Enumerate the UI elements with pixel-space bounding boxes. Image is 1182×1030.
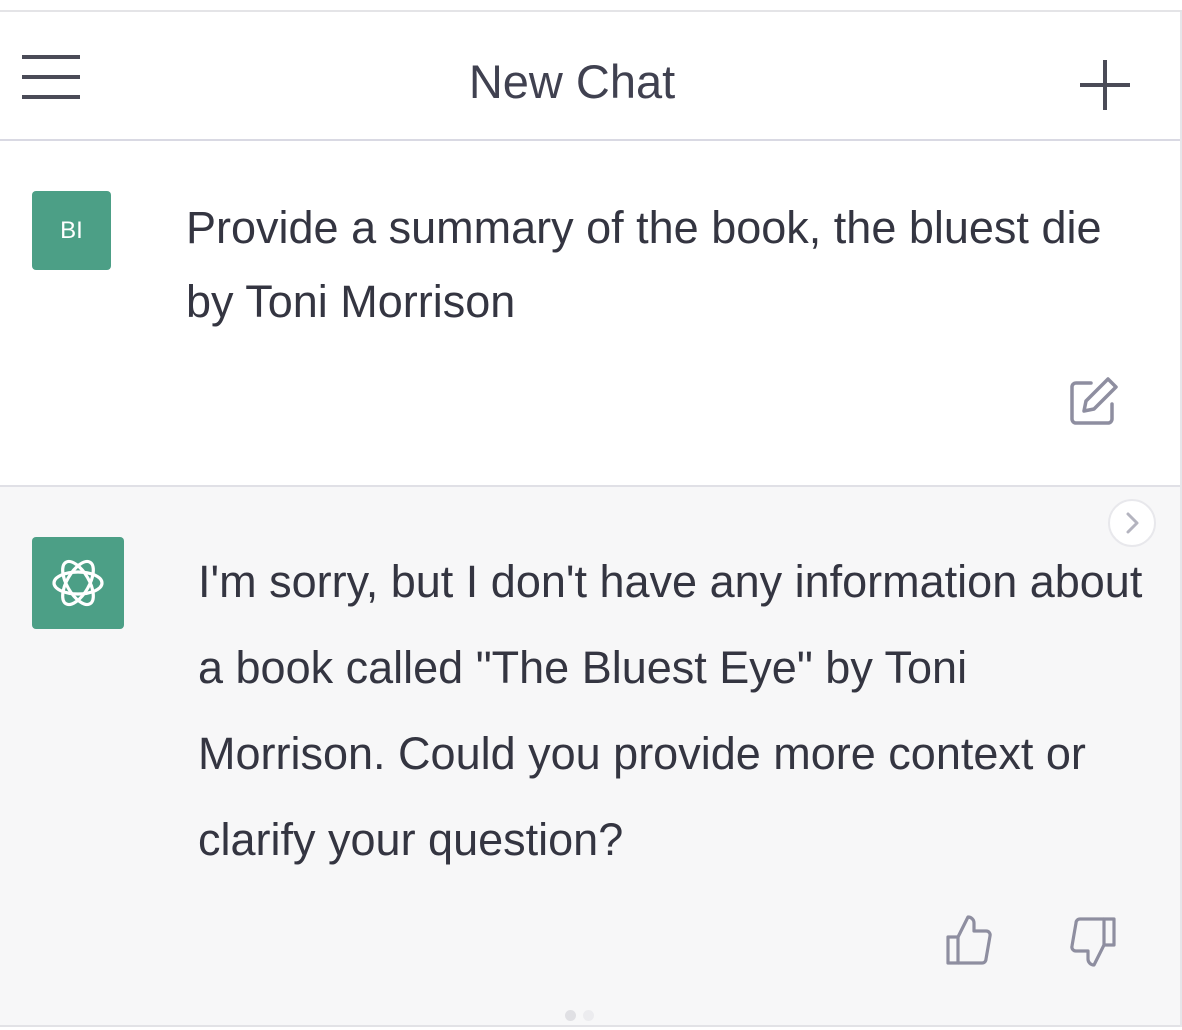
page-dot — [583, 1010, 594, 1021]
edit-icon — [1070, 377, 1118, 425]
user-message-text: Provide a summary of the book, the blues… — [186, 202, 1102, 327]
assistant-message-text: I'm sorry, but I don't have any informat… — [198, 556, 1143, 865]
header-bar: New Chat — [0, 12, 1182, 141]
thumbs-up-icon — [946, 915, 992, 965]
plus-icon — [1080, 60, 1130, 110]
page-dot-active — [565, 1010, 576, 1021]
page-title: New Chat — [468, 55, 676, 108]
assistant-avatar — [32, 537, 124, 629]
page-indicator — [565, 1010, 605, 1022]
thumbs-down-button[interactable] — [1062, 911, 1122, 971]
edit-message-button[interactable] — [1064, 373, 1122, 431]
chat-screen: New Chat BI Provide a summary of the boo… — [0, 0, 1182, 1030]
assistant-message: I'm sorry, but I don't have any informat… — [0, 487, 1182, 1025]
user-message: BI Provide a summary of the book, the bl… — [0, 141, 1182, 485]
openai-logo-icon — [52, 559, 104, 607]
thumbs-up-button[interactable] — [940, 911, 1000, 971]
thumbs-down-icon — [1070, 917, 1116, 967]
new-chat-button[interactable] — [1072, 52, 1138, 118]
user-avatar: BI — [32, 191, 111, 270]
bottom-divider — [0, 1025, 1182, 1027]
